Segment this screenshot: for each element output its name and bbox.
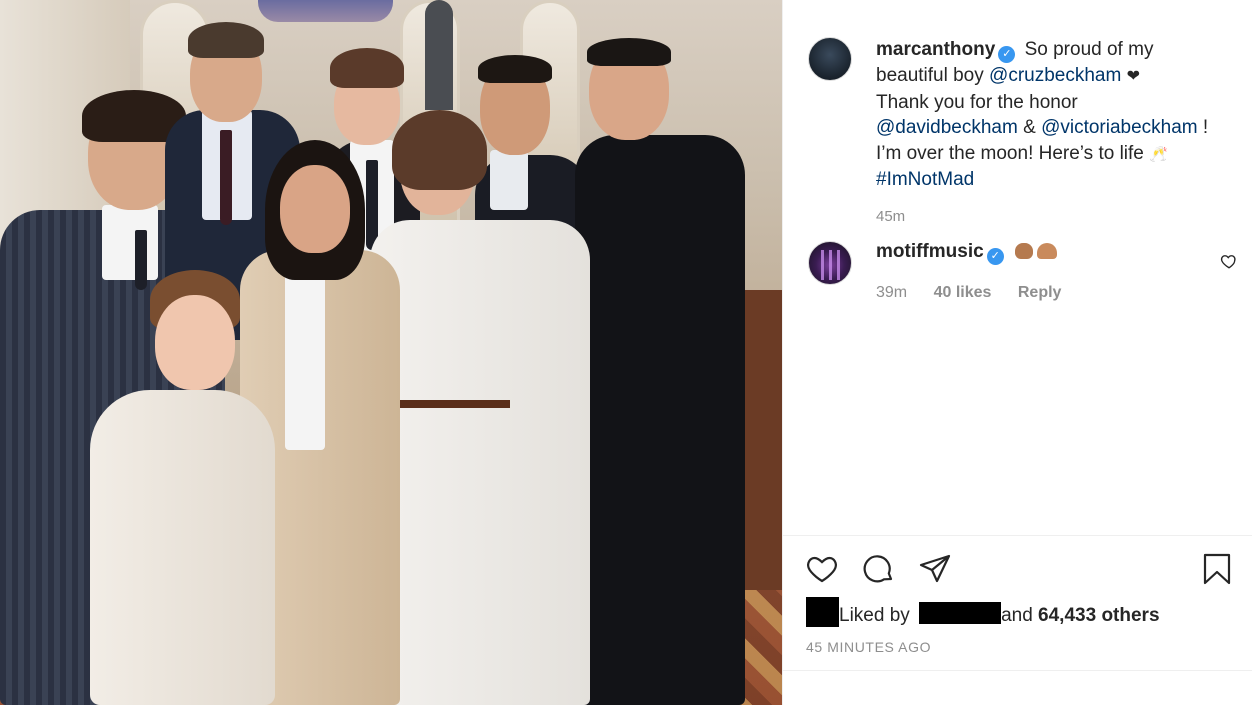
photo-person — [370, 110, 590, 705]
folded-hands-emoji-icon — [1036, 243, 1057, 259]
caption-text: Thank you for the honor — [876, 91, 1078, 113]
liked-by-label: Liked by — [839, 605, 910, 626]
verified-badge-icon: ✓ — [998, 46, 1016, 63]
author-avatar[interactable] — [808, 37, 852, 81]
redacted-avatar — [806, 597, 839, 627]
photo-person — [575, 38, 745, 705]
caption-text: & — [1023, 117, 1036, 138]
commenter-avatar[interactable] — [808, 241, 852, 285]
post-caption: marcanthony ✓ So proud of my beautiful bo… — [876, 37, 1216, 193]
flexed-biceps-emoji-icon — [1014, 243, 1033, 259]
comment-icon[interactable] — [862, 552, 896, 586]
post-photo[interactable] — [0, 0, 782, 705]
comment: motiffmusic ✓ — [876, 240, 1057, 265]
divider — [783, 535, 1252, 536]
likes-count[interactable]: 64,433 others — [1038, 605, 1159, 626]
commenter-username[interactable]: motiffmusic — [876, 241, 984, 262]
heart-emoji-icon: ❤ — [1126, 68, 1140, 85]
redacted-username — [919, 602, 1002, 624]
share-icon[interactable] — [918, 552, 952, 586]
comment-time[interactable]: 39m — [876, 284, 907, 301]
divider — [783, 670, 1252, 671]
comment-heart-icon[interactable] — [1220, 252, 1238, 270]
likes-summary: Liked by and 64,433 others — [806, 597, 1160, 631]
verified-badge-icon: ✓ — [986, 248, 1004, 265]
author-username[interactable]: marcanthony — [876, 39, 995, 60]
comment-likes[interactable]: 40 likes — [934, 284, 992, 301]
caption-timestamp[interactable]: 45m — [876, 208, 905, 225]
post-timestamp[interactable]: 45 MINUTES AGO — [806, 639, 931, 655]
photo-person — [80, 270, 280, 705]
mention-link[interactable]: @cruzbeckham — [989, 65, 1121, 86]
comment-meta: 39m 40 likes Reply — [876, 284, 1083, 302]
heart-icon[interactable] — [805, 552, 839, 586]
hashtag-link[interactable]: #ImNotMad — [876, 169, 974, 190]
caption-text: I’m over the moon! Here’s to life — [876, 142, 1144, 164]
clinking-glasses-icon: 🥂 — [1149, 145, 1168, 163]
caption-text: ! — [1202, 117, 1209, 138]
liked-by-and: and — [1001, 605, 1033, 626]
photo-window — [425, 0, 453, 110]
mention-link[interactable]: @davidbeckham — [876, 117, 1018, 138]
mention-link[interactable]: @victoriabeckham — [1041, 117, 1198, 138]
comment-reply-button[interactable]: Reply — [1018, 284, 1062, 301]
bookmark-icon[interactable] — [1200, 552, 1234, 586]
